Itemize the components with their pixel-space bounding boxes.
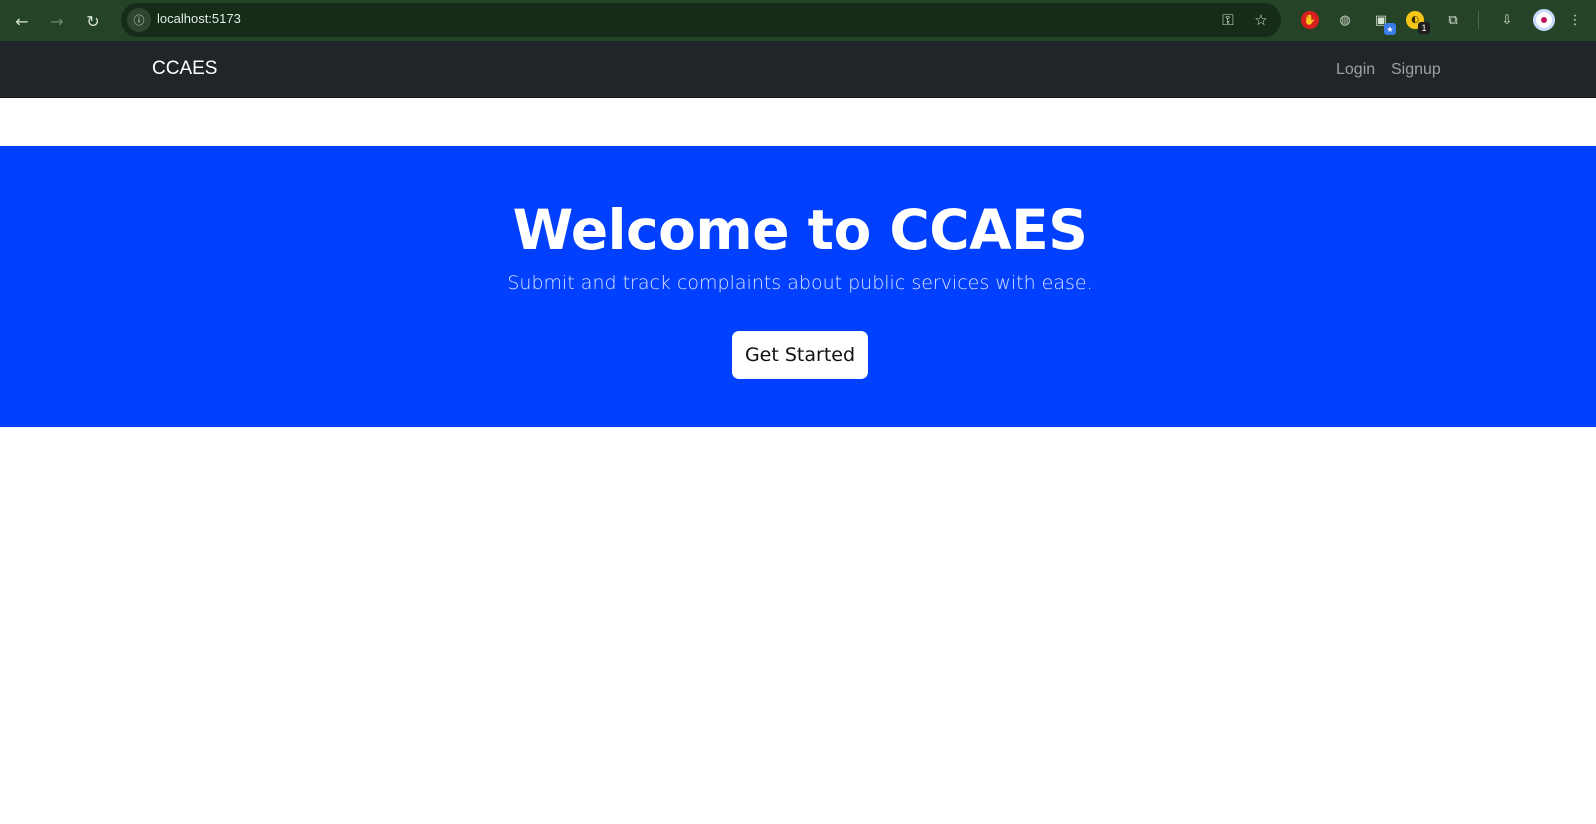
arrow-left-icon: ←: [15, 11, 29, 31]
yellow-extension-icon[interactable]: ◐ 1: [1406, 11, 1430, 34]
download-icon[interactable]: ⇩: [1495, 8, 1519, 32]
globe-extension-icon[interactable]: ◍: [1333, 8, 1357, 32]
url-text[interactable]: localhost:5173: [157, 11, 241, 26]
star-badge-icon: ★: [1384, 23, 1396, 35]
address-bar[interactable]: ⓘ localhost:5173 ⚿ ☆: [121, 3, 1281, 37]
password-key-icon[interactable]: ⚿: [1217, 9, 1239, 31]
get-started-button[interactable]: Get Started: [732, 331, 868, 379]
signup-link[interactable]: Signup: [1391, 61, 1441, 79]
tab-manager-extension-icon[interactable]: ▣ ★: [1369, 8, 1396, 35]
brand-link[interactable]: CCAES: [152, 58, 217, 80]
reload-icon: ↻: [86, 11, 100, 31]
hero-title: Welcome to CCAES: [512, 198, 1088, 262]
site-info-icon[interactable]: ⓘ: [127, 8, 151, 32]
adblock-extension-icon[interactable]: ✋: [1301, 11, 1319, 29]
login-link[interactable]: Login: [1336, 61, 1375, 79]
bookmark-star-icon[interactable]: ☆: [1250, 9, 1272, 31]
menu-kebab-icon[interactable]: ⋮: [1563, 8, 1587, 32]
hero-subtitle: Submit and track complaints about public…: [507, 272, 1093, 294]
app-navbar: CCAES Login Signup: [0, 41, 1596, 98]
profile-avatar[interactable]: [1533, 9, 1555, 31]
arrow-right-icon: →: [50, 11, 64, 31]
extension-badge-count: 1: [1418, 22, 1430, 34]
forward-button[interactable]: →: [43, 7, 71, 35]
avatar-dot: [1541, 17, 1547, 23]
hero-section: Welcome to CCAES Submit and track compla…: [0, 146, 1596, 427]
extensions-puzzle-icon[interactable]: ⧉: [1441, 8, 1465, 32]
back-button[interactable]: ←: [8, 7, 36, 35]
toolbar-divider: [1478, 11, 1479, 29]
browser-toolbar: ← → ↻ ⓘ localhost:5173 ⚿ ☆ ✋ ◍ ▣ ★ ◐ 1 ⧉…: [0, 0, 1596, 41]
reload-button[interactable]: ↻: [79, 7, 107, 35]
